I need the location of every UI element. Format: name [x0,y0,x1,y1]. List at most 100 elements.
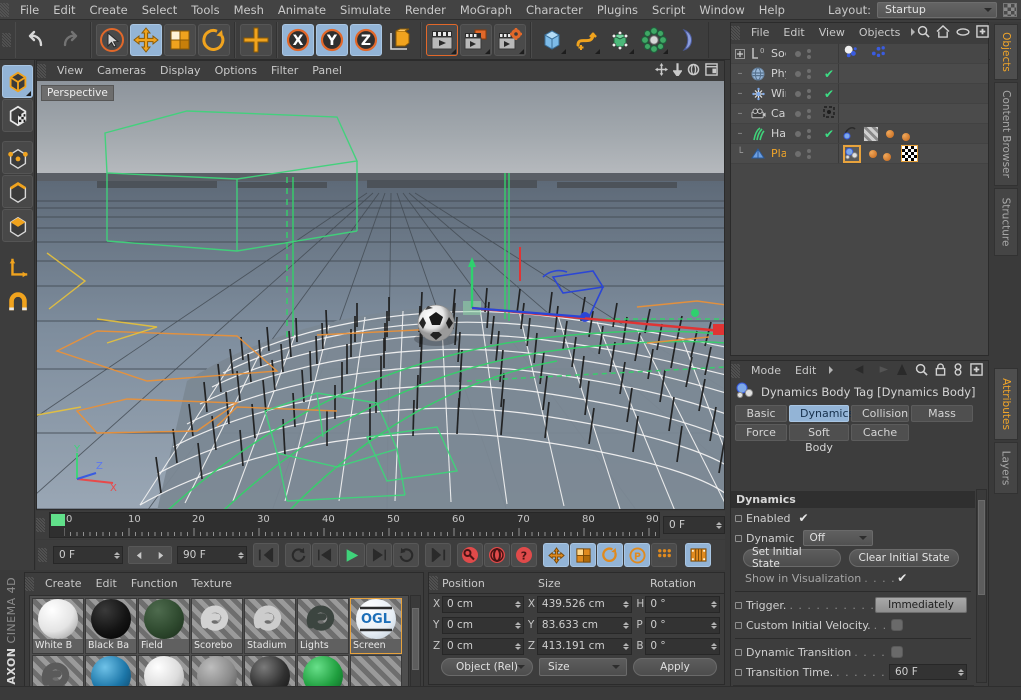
rotation-h-spinner[interactable] [711,600,718,608]
hair-selection-tag-icon[interactable] [863,125,879,142]
position-z-spinner[interactable] [514,642,521,650]
tab-dynamics[interactable]: Dynamics [789,405,854,422]
set-initial-state-button[interactable]: Set Initial State [743,546,841,570]
viewport-menu-display[interactable]: Display [153,62,208,80]
menu-render[interactable]: Render [398,0,453,20]
frame-nudge-buttons[interactable] [128,546,172,564]
array-button[interactable] [638,24,670,56]
render-visibility-dots[interactable] [807,148,811,159]
home-icon[interactable] [936,24,950,41]
enable-snapping-tool[interactable] [2,285,33,318]
trigger-select[interactable]: Immediately [875,597,967,613]
position-y-spinner[interactable] [514,621,521,629]
x-axis-lock[interactable]: X [282,23,314,56]
viewport-menu-view[interactable]: View [50,62,90,80]
render-region-button[interactable] [460,23,492,56]
render-view-button[interactable] [426,23,458,56]
objects-menu-view[interactable]: View [812,23,852,43]
transition-time-spinner[interactable] [958,668,964,676]
object-enable-check[interactable]: ✔ [820,127,838,141]
size-mode-select[interactable]: Size [539,658,627,676]
render-visibility-dots[interactable] [807,128,811,139]
ellipse-icon[interactable] [956,27,970,40]
size-y-spinner[interactable] [623,621,630,629]
material-swatch[interactable]: OGL Screen [350,598,402,654]
menu-tools[interactable]: Tools [184,0,226,20]
nurbs-button[interactable] [604,24,636,56]
expand-toggle-icon[interactable] [731,48,749,59]
menu-window[interactable]: Window [692,0,751,20]
object-visibility-dots[interactable] [786,88,820,99]
material-swatch[interactable]: White B [32,598,84,654]
viewport-menu-filter[interactable]: Filter [264,62,305,80]
material-swatch[interactable]: Lights [297,598,349,654]
object-tags[interactable] [838,124,988,143]
object-tags[interactable] [838,144,988,163]
object-visibility-dots[interactable] [786,48,820,59]
render-settings-button[interactable] [494,23,526,56]
transport-grip[interactable] [38,548,47,562]
object-visibility-dots[interactable] [786,148,820,159]
animate-dot-icon[interactable] [735,648,742,656]
pla-key-toggle[interactable] [651,543,677,567]
editor-visibility-dot[interactable] [795,150,801,157]
end-frame-spinner[interactable] [238,551,244,559]
position-key-toggle[interactable] [543,543,569,567]
object-list[interactable]: 0 Soccer Ball – [731,44,988,355]
object-row-hair[interactable]: – Hair ✔ [731,124,988,144]
tab-layers[interactable]: Layers [993,442,1018,494]
menu-overflow-icon[interactable] [907,27,917,40]
size-z-field[interactable]: 413.191 cm [536,637,633,655]
position-x-spinner[interactable] [514,600,521,608]
menu-overflow-icon[interactable] [823,365,835,378]
material-swatch[interactable]: Stadium [244,598,296,654]
material-menu-function[interactable]: Function [124,574,185,594]
viewport-grip[interactable] [37,64,46,78]
object-row-physical-sky[interactable]: – Physical Sky ✔ [731,64,988,84]
scale-key-toggle[interactable] [570,543,596,567]
tab-attributes[interactable]: Attributes [993,368,1018,440]
animate-dot-icon[interactable] [735,668,742,676]
add-view-icon[interactable] [976,25,990,41]
autokeying-button[interactable] [484,543,510,567]
undo-button[interactable] [20,24,52,56]
material-menu-texture[interactable]: Texture [185,574,239,594]
objects-menu-file[interactable]: File [744,23,776,43]
deformer-button[interactable] [672,24,704,56]
editor-visibility-dot[interactable] [795,110,801,117]
scrollbar-thumb[interactable] [412,608,419,670]
material-grip[interactable] [25,576,34,591]
clear-initial-state-button[interactable]: Clear Initial State [849,549,959,567]
keyframe-selection-button[interactable]: ? [511,543,537,567]
menu-character[interactable]: Character [519,0,590,20]
menu-script[interactable]: Script [645,0,692,20]
menu-plugins[interactable]: Plugins [590,0,645,20]
menu-mograph[interactable]: MoGraph [453,0,519,20]
model-mode-tool[interactable] [2,65,33,98]
coordinate-mode-select[interactable]: Object (Rel) [441,658,533,676]
material-swatch[interactable]: Black Ba [85,598,137,654]
layout-preset-icon[interactable] [1003,2,1017,17]
rotate-tool[interactable] [198,23,230,56]
menu-help[interactable]: Help [752,0,792,20]
scale-tool[interactable] [164,23,196,56]
dynamics-body-tag-icon[interactable] [843,144,861,163]
current-frame-field[interactable]: 0 F [663,516,725,534]
object-row-camera[interactable]: – Camera [731,104,988,124]
object-tags[interactable] [838,44,988,63]
start-frame-spinner[interactable] [114,551,120,559]
search-icon[interactable] [915,363,928,379]
menu-create[interactable]: Create [83,0,135,20]
menubar-grip[interactable] [0,2,9,17]
animate-dot-icon[interactable] [735,621,742,629]
up-arrow-icon[interactable] [896,363,908,379]
orbit-camera-icon[interactable] [687,63,700,79]
loop-playback-button[interactable] [285,543,311,567]
forward-arrow-icon[interactable] [875,364,889,378]
object-manager-grip[interactable] [731,26,740,40]
menu-edit[interactable]: Edit [46,0,82,20]
object-visibility-dots[interactable] [786,68,820,79]
object-row-soccer-ball[interactable]: 0 Soccer Ball [731,44,988,64]
cursor-position-tool[interactable] [240,23,272,56]
menu-simulate[interactable]: Simulate [333,0,398,20]
